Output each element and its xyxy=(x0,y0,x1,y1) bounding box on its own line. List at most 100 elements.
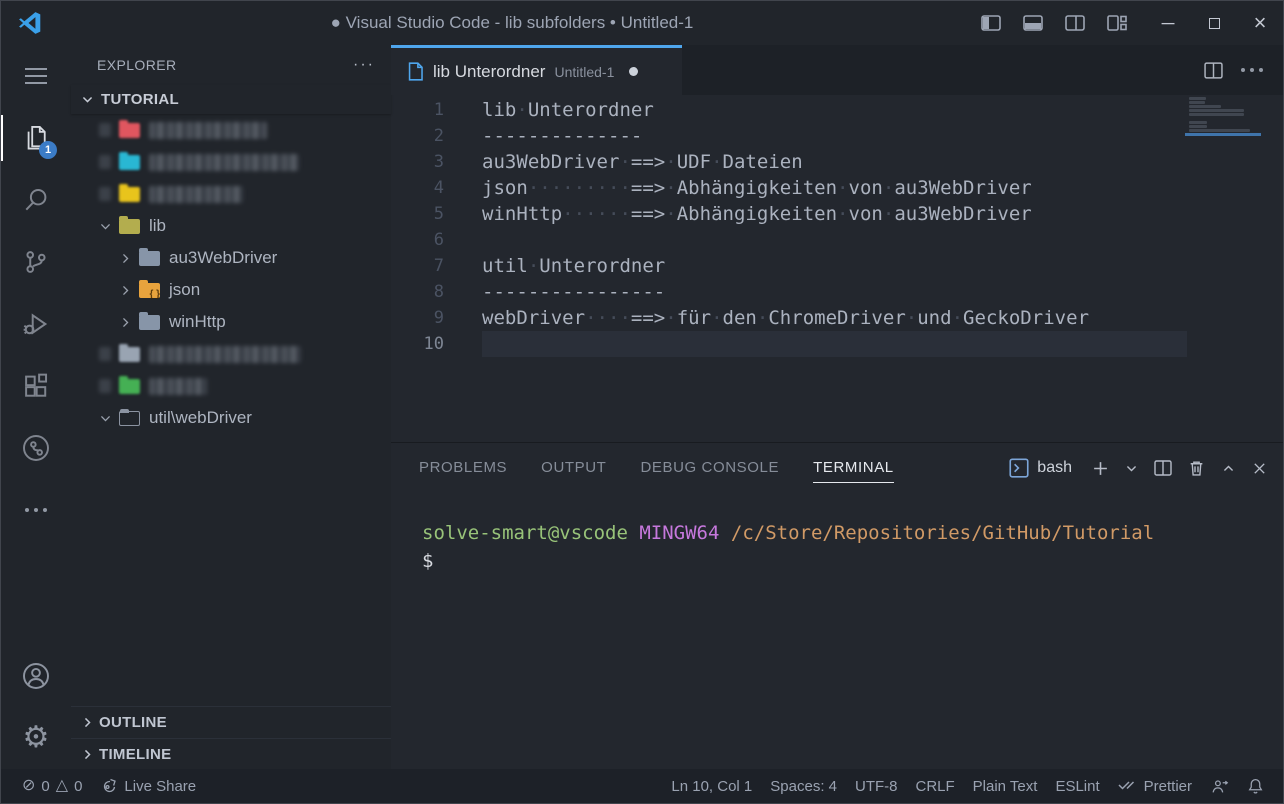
panel-tab-problems[interactable]: PROBLEMS xyxy=(419,453,507,483)
kill-terminal-trash-icon[interactable] xyxy=(1188,459,1205,477)
editor-line-6[interactable]: 6 xyxy=(391,227,1283,253)
customize-layout-icon[interactable] xyxy=(1107,15,1127,31)
live-share-label: Live Share xyxy=(124,778,196,795)
toggle-sidebar-icon[interactable] xyxy=(981,15,1001,31)
prompt-segment: /c/Store/Repositories/GitHub/Tutorial xyxy=(731,522,1154,544)
editor-line-5[interactable]: 5winHttp······==>·Abhängigkeiten·von·au3… xyxy=(391,201,1283,227)
status-encoding[interactable]: UTF-8 xyxy=(846,778,907,795)
line-content xyxy=(482,331,1187,357)
sidebar-title: EXPLORER xyxy=(97,57,176,73)
shell-name: bash xyxy=(1037,459,1072,477)
error-count: 0 xyxy=(41,778,49,795)
panel-tab-debug-console[interactable]: DEBUG CONSOLE xyxy=(640,453,779,483)
feedback-icon[interactable] xyxy=(1201,778,1238,795)
chevron-right-icon xyxy=(79,715,95,731)
outline-section[interactable]: OUTLINE xyxy=(71,707,391,738)
gitlens-icon[interactable] xyxy=(1,417,71,479)
terminal-output[interactable]: solve-smart@vscode MINGW64 /c/Store/Repo… xyxy=(391,493,1283,769)
editor-line-7[interactable]: 7util·Unterordner xyxy=(391,253,1283,279)
redacted-chevron xyxy=(97,186,113,202)
chevron-right-icon xyxy=(117,282,133,298)
terminal-input-line[interactable]: $ xyxy=(422,547,1283,575)
file-icon xyxy=(407,62,424,81)
terminal-icon xyxy=(1009,458,1029,478)
live-share-status[interactable]: Live Share xyxy=(91,778,205,795)
terminal-shell-picker[interactable]: bash xyxy=(1009,458,1072,478)
sidebar-more-actions-icon[interactable]: ··· xyxy=(353,56,375,74)
status-label: Prettier xyxy=(1144,778,1192,795)
toggle-panel-icon[interactable] xyxy=(1023,15,1043,31)
redacted-folder-4[interactable] xyxy=(71,338,391,370)
folder-icon xyxy=(139,315,160,330)
redacted-label xyxy=(149,346,301,363)
source-control-icon[interactable] xyxy=(1,231,71,293)
launch-profile-chevron-icon[interactable] xyxy=(1125,462,1138,475)
section-label: TUTORIAL xyxy=(101,91,179,108)
editor-line-10[interactable]: 10 xyxy=(391,331,1283,357)
tab-lib-unterordner[interactable]: lib Unterordner Untitled-1 xyxy=(391,45,682,95)
panel-tab-output[interactable]: OUTPUT xyxy=(541,453,606,483)
tree-item-au3WebDriver[interactable]: au3WebDriver xyxy=(71,242,391,274)
redacted-folder-1[interactable] xyxy=(71,114,391,146)
editor-line-8[interactable]: 8---------------- xyxy=(391,279,1283,305)
split-editor-icon[interactable] xyxy=(1204,62,1223,79)
search-icon[interactable] xyxy=(1,169,71,231)
status-language-mode[interactable]: Plain Text xyxy=(964,778,1047,795)
tree-item-util-webDriver[interactable]: util\webDriver xyxy=(71,402,391,434)
extensions-icon[interactable] xyxy=(1,355,71,417)
tree-item-winHttp[interactable]: winHttp xyxy=(71,306,391,338)
status-eslint[interactable]: ESLint xyxy=(1046,778,1108,795)
tree-item-json[interactable]: json xyxy=(71,274,391,306)
folder-icon xyxy=(119,379,140,394)
editor-line-3[interactable]: 3au3WebDriver·==>·UDF·Dateien xyxy=(391,149,1283,175)
warning-icon: △ xyxy=(56,778,68,794)
status-prettier[interactable]: Prettier xyxy=(1109,777,1201,796)
status-eol[interactable]: CRLF xyxy=(907,778,964,795)
editor-line-9[interactable]: 9webDriver····==>·für·den·ChromeDriver·u… xyxy=(391,305,1283,331)
line-number: 10 xyxy=(391,331,444,357)
toggle-secondary-sidebar-icon[interactable] xyxy=(1065,15,1085,31)
maximize-panel-chevron-icon[interactable] xyxy=(1221,462,1236,475)
line-number: 1 xyxy=(391,97,444,123)
redacted-folder-2[interactable] xyxy=(71,146,391,178)
problems-status[interactable]: ⊘ 0 △ 0 xyxy=(13,778,91,795)
timeline-section[interactable]: TIMELINE xyxy=(71,738,391,769)
line-content: ---------------- xyxy=(482,279,1187,305)
line-number: 4 xyxy=(391,175,444,201)
menu-icon[interactable] xyxy=(1,45,71,107)
minimap[interactable] xyxy=(1189,97,1261,137)
code-editor[interactable]: 1lib·Unterordner2--------------3au3WebDr… xyxy=(391,95,1283,442)
editor-line-4[interactable]: 4json·········==>·Abhängigkeiten·von·au3… xyxy=(391,175,1283,201)
redacted-folder-3[interactable] xyxy=(71,178,391,210)
more-views-icon[interactable] xyxy=(1,479,71,541)
folder-section-tutorial[interactable]: TUTORIAL xyxy=(71,85,391,114)
editor-line-1[interactable]: 1lib·Unterordner xyxy=(391,97,1283,123)
panel-tab-terminal[interactable]: TERMINAL xyxy=(813,453,894,483)
close-button[interactable]: × xyxy=(1237,1,1283,45)
tree-item-label: winHttp xyxy=(169,312,226,332)
editor-line-2[interactable]: 2-------------- xyxy=(391,123,1283,149)
notifications-bell-icon[interactable] xyxy=(1238,777,1273,795)
close-panel-icon[interactable] xyxy=(1252,461,1267,476)
redacted-label xyxy=(149,186,243,203)
split-terminal-icon[interactable] xyxy=(1154,460,1172,476)
status-indentation[interactable]: Spaces: 4 xyxy=(761,778,846,795)
explorer-icon[interactable]: 1 xyxy=(1,107,71,169)
modified-dot-icon[interactable] xyxy=(629,67,638,76)
panel-tab-bar: PROBLEMS OUTPUT DEBUG CONSOLE TERMINAL xyxy=(419,453,894,483)
run-debug-icon[interactable] xyxy=(1,293,71,355)
folder-icon xyxy=(119,123,140,138)
redacted-label xyxy=(149,378,207,395)
editor-more-actions-icon[interactable] xyxy=(1241,68,1263,72)
tree-item-label: au3WebDriver xyxy=(169,248,277,268)
redacted-folder-5[interactable] xyxy=(71,370,391,402)
prompt-segment: solve-smart@vscode xyxy=(422,522,628,544)
settings-gear-icon[interactable]: ⚙ xyxy=(1,707,71,769)
status-cursor-position[interactable]: Ln 10, Col 1 xyxy=(662,778,761,795)
new-terminal-icon[interactable] xyxy=(1092,460,1109,477)
minimize-button[interactable]: ─ xyxy=(1145,1,1191,45)
tree-item-lib[interactable]: lib xyxy=(71,210,391,242)
account-icon[interactable] xyxy=(1,645,71,707)
maximize-button[interactable] xyxy=(1191,1,1237,45)
line-number: 9 xyxy=(391,305,444,331)
